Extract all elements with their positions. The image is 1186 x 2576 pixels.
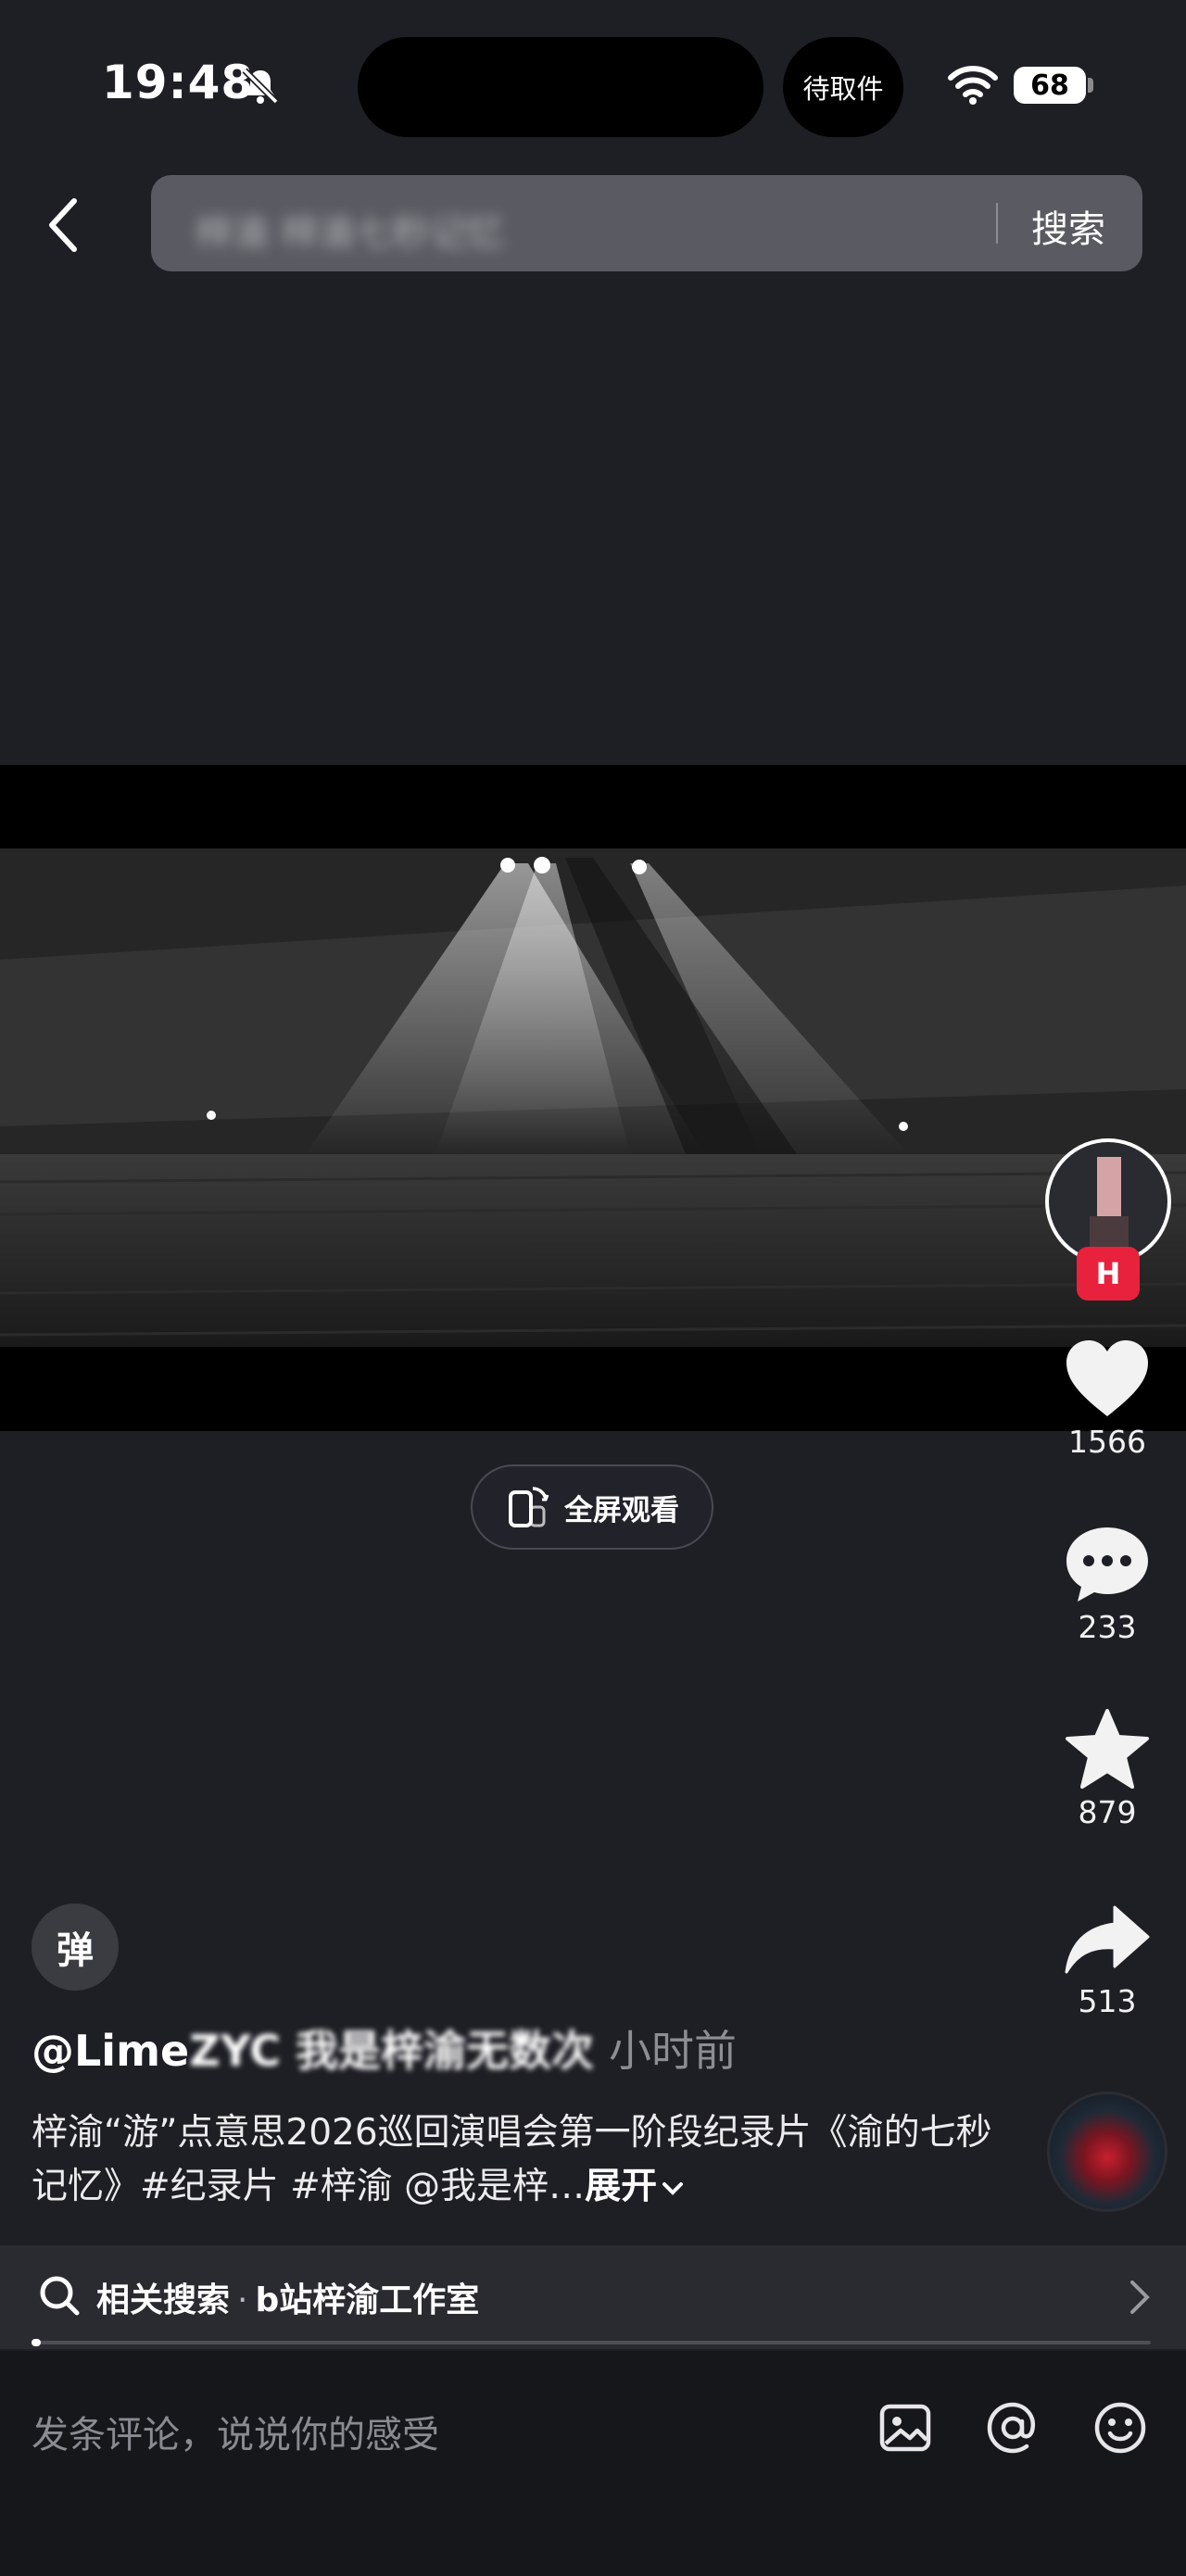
video-progress-bar[interactable] [32, 2339, 1151, 2346]
heart-icon [1066, 1340, 1148, 1416]
search-input[interactable]: 梓渝 梓渝七秒记忆 搜索 [151, 175, 1142, 271]
post-time: 小时前 [609, 2026, 738, 2076]
chevron-down-icon [662, 2181, 684, 2195]
author-name[interactable]: @Lime [32, 2026, 189, 2076]
comment-button[interactable]: 233 [1052, 1524, 1163, 1645]
related-dot: · [237, 2281, 248, 2319]
status-time: 19:48 [102, 56, 255, 109]
music-disc[interactable] [1047, 2092, 1167, 2212]
comment-bar: 发条评论，说说你的感受 [0, 2351, 1186, 2576]
battery-level: 68 [1014, 67, 1086, 104]
share-count: 513 [1078, 1983, 1137, 2019]
favorite-count: 879 [1078, 1794, 1137, 1830]
dynamic-island [358, 37, 763, 137]
like-button[interactable]: 1566 [1052, 1338, 1163, 1460]
related-label: 相关搜索 [96, 2281, 231, 2319]
comment-input[interactable]: 发条评论，说说你的感受 [32, 2405, 439, 2458]
fullscreen-label: 全屏观看 [564, 1493, 679, 1527]
wifi-icon [948, 66, 998, 105]
search-icon [40, 2276, 80, 2316]
emoji-icon[interactable] [1091, 2399, 1149, 2457]
star-icon [1066, 1709, 1149, 1789]
pickup-pill[interactable]: 待取件 [783, 37, 903, 137]
search-button[interactable]: 搜索 [1031, 199, 1105, 253]
follow-badge[interactable]: H [1077, 1247, 1140, 1301]
chevron-right-icon [1130, 2281, 1150, 2314]
related-search-text: 相关搜索 · b站梓渝工作室 [96, 2273, 479, 2321]
author-name-obscured[interactable]: ZYC 我是梓渝无数次 [189, 2026, 594, 2076]
search-divider [996, 203, 998, 244]
search-query-text: 梓渝 梓渝七秒记忆 [196, 212, 504, 255]
video-frame-image [0, 848, 1186, 1347]
share-button[interactable]: 513 [1052, 1904, 1163, 2019]
caption-text: 梓渝“游”点意思2026巡回演唱会第一阶段纪录片《渝的七秒记忆》#纪录片 #梓渝… [32, 2112, 992, 2207]
video-page: 19:48 待取件 68 梓渝 梓渝七秒记忆 搜索 全屏观看 H 1566 23… [0, 0, 1186, 2576]
progress-fill [32, 2339, 41, 2346]
comment-count: 233 [1078, 1609, 1137, 1645]
image-icon[interactable] [877, 2399, 934, 2457]
share-arrow-icon [1065, 1905, 1150, 1974]
at-mention-icon[interactable] [984, 2399, 1041, 2457]
favorite-button[interactable]: 879 [1052, 1709, 1163, 1830]
fullscreen-button[interactable]: 全屏观看 [471, 1464, 713, 1550]
video-caption[interactable]: 梓渝“游”点意思2026巡回演唱会第一阶段纪录片《渝的七秒记忆》#纪录片 #梓渝… [32, 2106, 1014, 2214]
like-count: 1566 [1068, 1424, 1146, 1460]
battery-nub [1088, 78, 1093, 93]
expand-link[interactable]: 展开 [585, 2166, 657, 2207]
status-bar: 19:48 待取件 68 [0, 0, 1186, 167]
rotate-phone-icon [509, 1487, 549, 1527]
video-player[interactable] [0, 765, 1186, 1431]
bell-slash-icon [242, 68, 279, 105]
back-chevron-icon[interactable] [37, 190, 89, 260]
speech-bubble-icon [1066, 1527, 1148, 1602]
author-avatar[interactable] [1045, 1138, 1171, 1264]
related-query: b站梓渝工作室 [255, 2281, 480, 2319]
author-line[interactable]: @LimeZYC 我是梓渝无数次 小时前 [32, 2017, 737, 2079]
danmaku-toggle[interactable]: 弹 [32, 1904, 119, 1991]
related-search-bar[interactable]: 相关搜索 · b站梓渝工作室 [0, 2245, 1186, 2349]
